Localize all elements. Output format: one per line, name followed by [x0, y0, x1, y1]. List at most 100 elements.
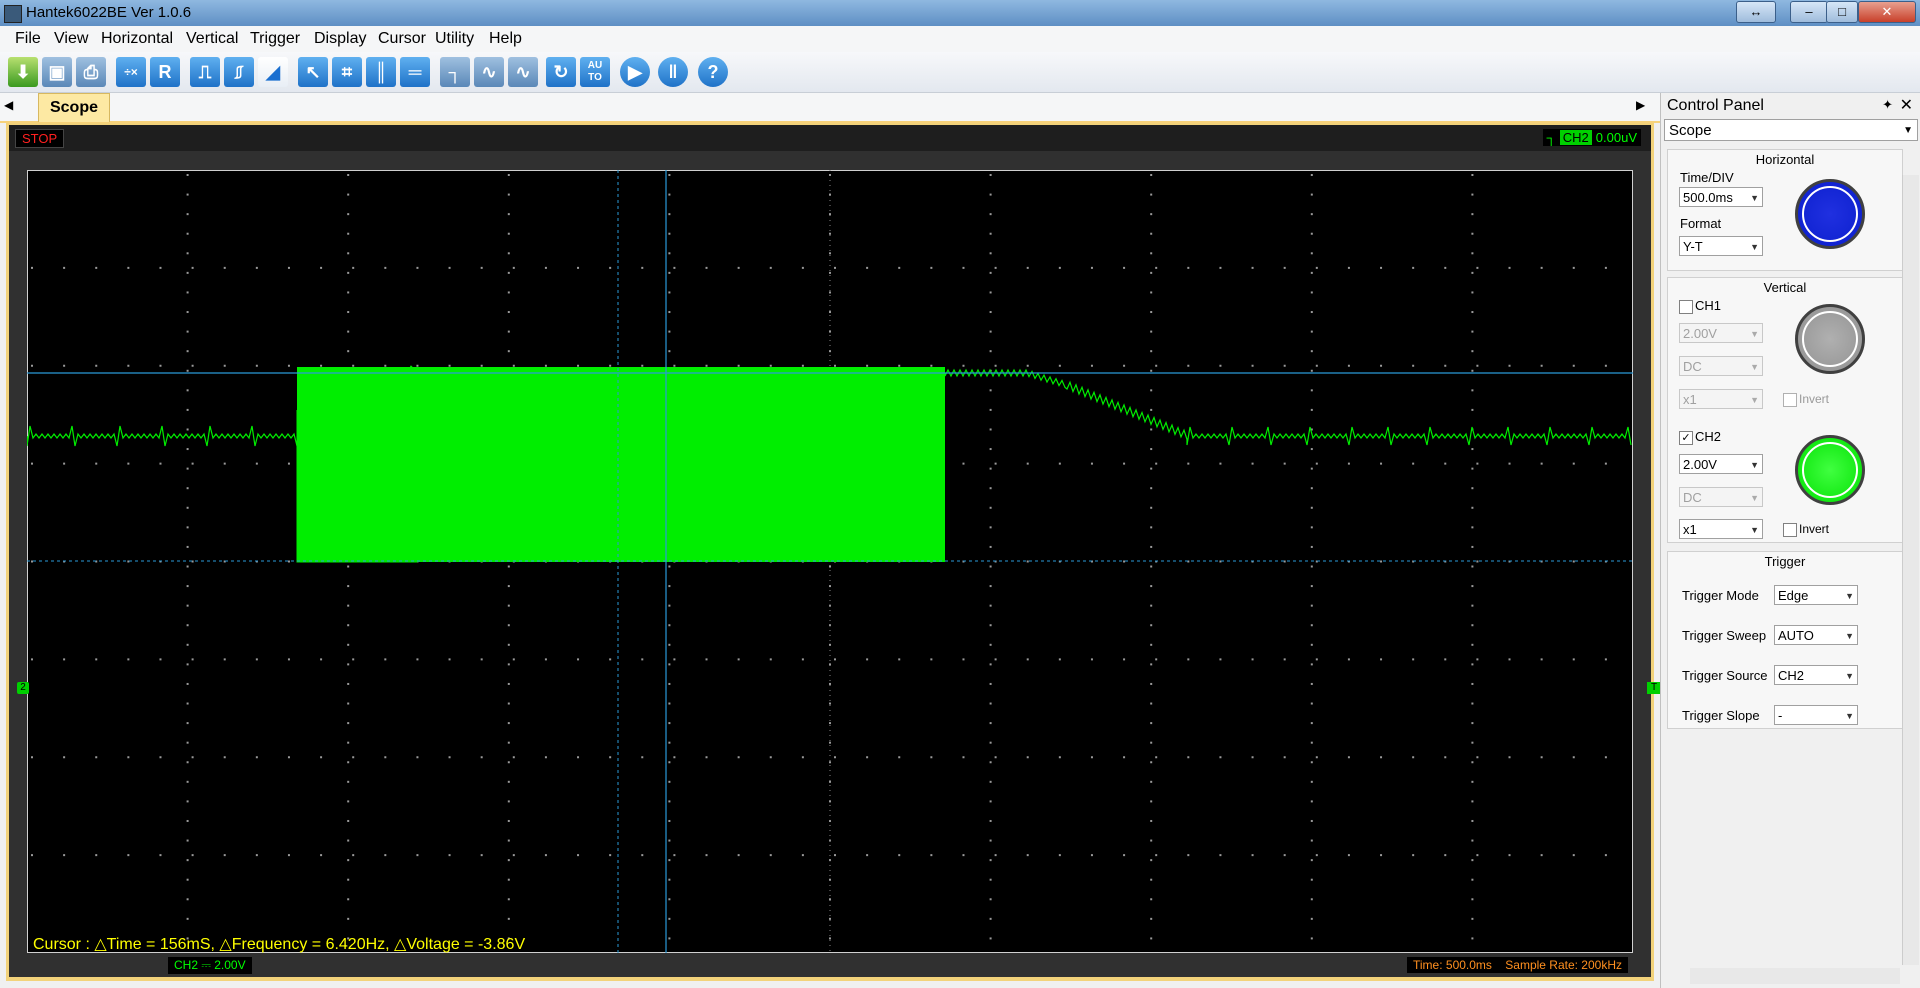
math-icon[interactable]: ÷×: [116, 57, 146, 87]
auto-button[interactable]: AU TO: [580, 57, 610, 87]
grid-dot: [1123, 560, 1126, 563]
time-div-knob[interactable]: [1795, 179, 1865, 249]
grid-dot: [1283, 854, 1286, 857]
ch2-invert-checkbox[interactable]: [1783, 523, 1797, 537]
grid-dot: [1310, 585, 1313, 588]
tab-scope[interactable]: Scope: [38, 93, 110, 122]
menu-vertical[interactable]: Vertical: [186, 30, 238, 48]
horizontal-cursor-icon[interactable]: ═: [400, 57, 430, 87]
maximize-button[interactable]: □: [1826, 1, 1858, 23]
sine-wave-icon[interactable]: ∿: [474, 57, 504, 87]
menu-trigger[interactable]: Trigger: [250, 30, 300, 48]
grid-dot: [1150, 741, 1153, 744]
save-icon[interactable]: ▣: [42, 57, 72, 87]
ch1-volts-select[interactable]: 2.00V: [1679, 323, 1763, 344]
grid-dot: [705, 658, 708, 661]
ch1-invert-checkbox[interactable]: [1783, 393, 1797, 407]
format-select[interactable]: Y-T: [1679, 236, 1763, 257]
grid-dot: [866, 266, 869, 269]
wave-icon[interactable]: ∿: [508, 57, 538, 87]
grid-icon[interactable]: ⌗: [332, 57, 362, 87]
grid-dot: [705, 266, 708, 269]
panel-vertical-scrollbar[interactable]: [1902, 175, 1919, 965]
ch1-probe-select[interactable]: x1: [1679, 389, 1763, 410]
menu-view[interactable]: View: [54, 30, 88, 48]
help-button[interactable]: ?: [698, 57, 728, 87]
menu-cursor[interactable]: Cursor: [378, 30, 426, 48]
open-icon[interactable]: ⬇: [8, 57, 38, 87]
pulse-wave-icon[interactable]: ⎎: [224, 57, 254, 87]
trigger-slope-select[interactable]: -: [1774, 705, 1858, 726]
grid-dot: [1310, 663, 1313, 666]
print-icon[interactable]: ⎙: [76, 57, 106, 87]
grid-dot: [347, 859, 350, 862]
chevron-down-icon: ▼: [1903, 125, 1913, 136]
pause-icon[interactable]: ‖: [658, 57, 688, 87]
close-panel-icon[interactable]: ✕: [1900, 95, 1913, 115]
grid-dot: [1315, 854, 1318, 857]
grid-dot: [1310, 839, 1313, 842]
grid-dot: [1123, 854, 1126, 857]
grid-dot: [705, 854, 708, 857]
ch2-probe-select[interactable]: x1: [1679, 519, 1763, 540]
grid-dot: [1123, 266, 1126, 269]
minimize-button[interactable]: –: [1790, 1, 1828, 23]
grid-dot: [186, 604, 189, 607]
grid-dot: [186, 467, 189, 470]
ch1-volts-knob[interactable]: [1795, 304, 1865, 374]
trigger-mode-select[interactable]: Edge: [1774, 585, 1858, 606]
grid-dot: [507, 193, 510, 196]
menu-display[interactable]: Display: [314, 30, 366, 48]
waveform-screen[interactable]: [27, 170, 1633, 953]
ramp-icon[interactable]: ◢: [258, 57, 288, 87]
tab-scroll-left-icon[interactable]: ◀: [4, 98, 13, 112]
menu-help[interactable]: Help: [489, 30, 522, 48]
step-wave-icon[interactable]: ┐: [440, 57, 470, 87]
grid-dot: [1604, 854, 1607, 857]
square-wave-icon[interactable]: ⎍: [190, 57, 220, 87]
grid-dot: [320, 854, 323, 857]
grid-dot: [989, 232, 992, 235]
grid-dot: [668, 624, 671, 627]
grid-dot: [384, 658, 387, 661]
trigger-sweep-select[interactable]: AUTO: [1774, 625, 1858, 646]
trigger-level-marker[interactable]: T: [1647, 682, 1661, 694]
ch1-coupling-select[interactable]: DC: [1679, 356, 1763, 377]
grid-dot: [186, 408, 189, 411]
ch2-checkbox[interactable]: ✓: [1679, 431, 1693, 445]
grid-dot: [287, 560, 290, 563]
menu-utility[interactable]: Utility: [435, 30, 474, 48]
grid-dot: [347, 174, 350, 176]
grid-dot: [507, 702, 510, 705]
grid-dot: [668, 330, 671, 333]
pin-icon[interactable]: ✦: [1882, 97, 1893, 113]
panel-horizontal-scrollbar[interactable]: [1690, 968, 1900, 984]
tab-scroll-right-icon[interactable]: ▶: [1636, 98, 1645, 112]
ch2-ground-marker[interactable]: 2: [17, 682, 29, 694]
ch2-volts-select[interactable]: 2.00V: [1679, 454, 1763, 475]
menu-horizontal[interactable]: Horizontal: [101, 30, 173, 48]
run-icon[interactable]: ▶: [620, 57, 650, 87]
reference-button[interactable]: R: [150, 57, 180, 87]
vertical-cursor-icon[interactable]: ║: [366, 57, 396, 87]
grid-dot: [673, 756, 676, 759]
ch1-checkbox[interactable]: [1679, 300, 1693, 314]
grid-dot: [1380, 756, 1383, 759]
grid-dot: [1572, 560, 1575, 563]
menu-file[interactable]: File: [15, 30, 41, 48]
close-button[interactable]: ✕: [1858, 1, 1916, 23]
ch2-coupling-select[interactable]: DC: [1679, 487, 1763, 508]
trigger-source-select[interactable]: CH2: [1774, 665, 1858, 686]
grid-dot: [1471, 448, 1474, 451]
time-div-select[interactable]: 500.0ms: [1679, 187, 1763, 208]
grid-dot: [1026, 854, 1029, 857]
grid-dot: [186, 174, 189, 176]
refresh-icon[interactable]: ↻: [546, 57, 576, 87]
restore-arrows-icon[interactable]: ↔: [1736, 1, 1776, 23]
panel-mode-select[interactable]: Scope ▼: [1664, 119, 1918, 141]
grid-dot: [191, 854, 194, 857]
grid-dot: [1471, 800, 1474, 803]
grid-dot: [186, 780, 189, 783]
select-cursor-icon[interactable]: ↖: [298, 57, 328, 87]
ch2-volts-knob[interactable]: [1795, 435, 1865, 505]
